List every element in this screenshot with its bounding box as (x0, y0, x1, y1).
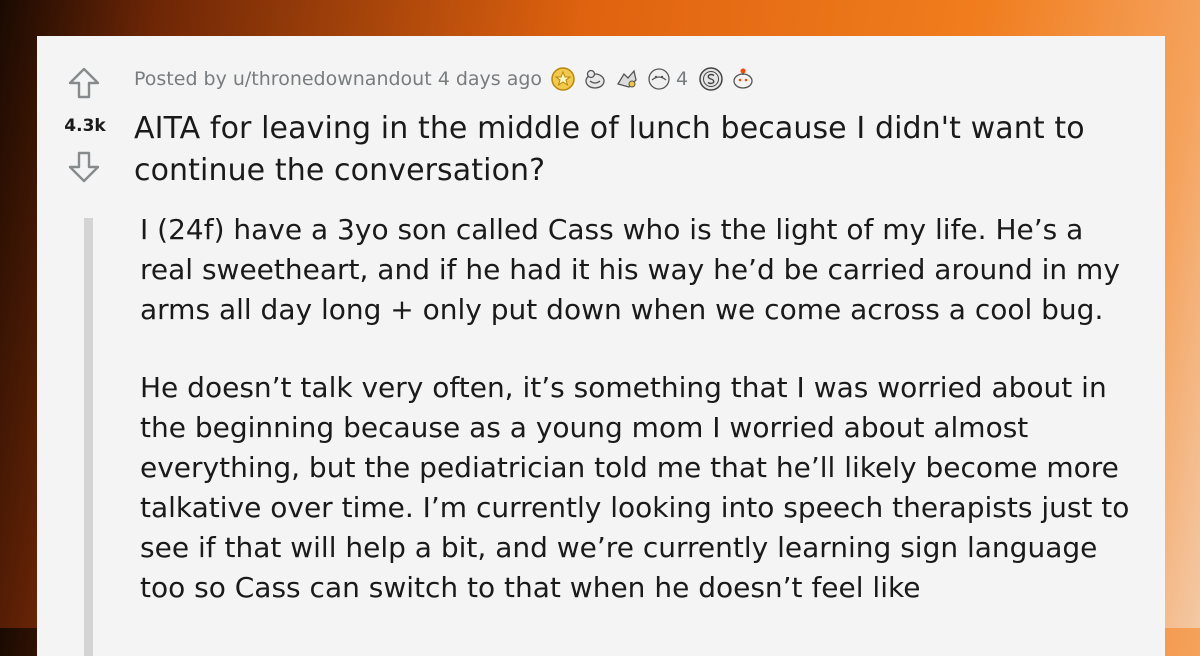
post-meta: Posted by u/thronedownandout 4 days ago (134, 64, 756, 94)
take-my-energy-award-icon[interactable] (730, 66, 756, 92)
helpful-award-icon[interactable] (614, 66, 640, 92)
hugz-award-icon[interactable] (646, 66, 672, 92)
vote-count: 4.3k (64, 116, 106, 136)
post-title[interactable]: AITA for leaving in the middle of lunch … (134, 108, 1154, 192)
hugz-award-count: 4 (676, 68, 689, 90)
wholesome-award-icon[interactable] (582, 66, 608, 92)
post-card: 4.3k Posted by u/thronedownandout 4 days… (37, 36, 1165, 656)
post-body: I (24f) have a 3yo son called Cass who i… (140, 210, 1140, 646)
quote-bar (84, 218, 93, 656)
posted-by-label: Posted by (134, 68, 227, 90)
silver-award-icon[interactable] (698, 66, 724, 92)
awards-row[interactable]: 4 (550, 66, 756, 92)
author-link[interactable]: u/thronedownandout (233, 68, 432, 90)
body-paragraph: He doesn’t talk very often, it’s somethi… (140, 371, 1130, 604)
downvote-arrow-icon[interactable] (67, 150, 101, 184)
post-timestamp[interactable]: 4 days ago (438, 68, 542, 90)
body-paragraph: I (24f) have a 3yo son called Cass who i… (140, 213, 1120, 326)
upvote-arrow-icon[interactable] (67, 66, 101, 100)
gold-award-icon[interactable] (550, 66, 576, 92)
